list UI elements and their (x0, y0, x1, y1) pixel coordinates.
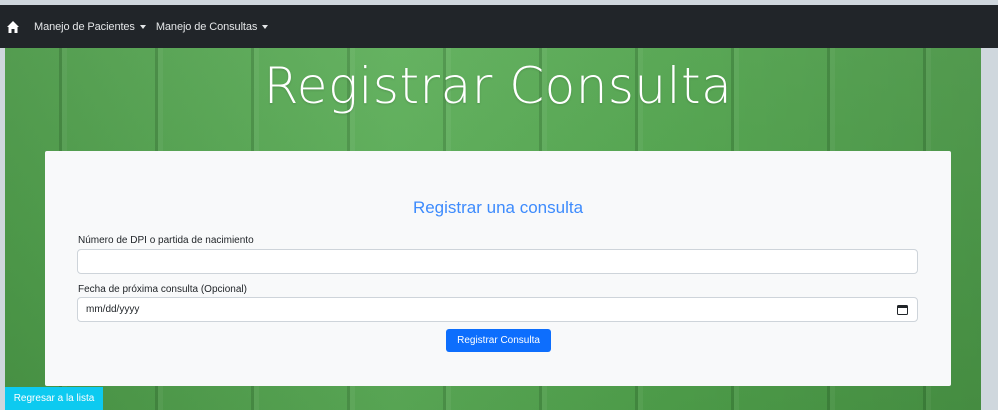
register-consultation-button[interactable]: Registrar Consulta (446, 329, 551, 352)
form-title: Registrar una consulta (412, 198, 584, 217)
dpi-input[interactable] (77, 249, 918, 274)
hero-banner: Registrar Consulta Registrar una consult… (5, 48, 981, 410)
date-label: Fecha de próxima consulta (Opcional) (78, 284, 247, 295)
nav-dropdown-consultas[interactable]: Manejo de Consultas (155, 20, 269, 33)
nav-dropdown-consultas-label: Manejo de Consultas (155, 20, 258, 33)
nav-dropdown-pacientes-label: Manejo de Pacientes (34, 20, 135, 33)
date-input[interactable]: mm/dd/yyyy (77, 297, 918, 322)
screen: Manejo de Pacientes Manejo de Consultas … (0, 0, 998, 410)
chevron-down-icon (139, 24, 146, 29)
date-input-value: mm/dd/yyyy (86, 304, 140, 315)
page-title: Registrar Consulta (263, 57, 733, 115)
back-to-list-button[interactable]: Regresar a la lista (5, 387, 103, 410)
nav-dropdown-pacientes[interactable]: Manejo de Pacientes (34, 21, 146, 33)
home-icon[interactable] (6, 20, 20, 34)
calendar-icon[interactable] (897, 304, 908, 315)
chevron-down-icon (262, 24, 269, 29)
dpi-label: Número de DPI o partida de nacimiento (78, 235, 254, 246)
form-card: Registrar una consulta Número de DPI o p… (45, 151, 951, 386)
navbar: Manejo de Pacientes Manejo de Consultas (0, 5, 998, 48)
